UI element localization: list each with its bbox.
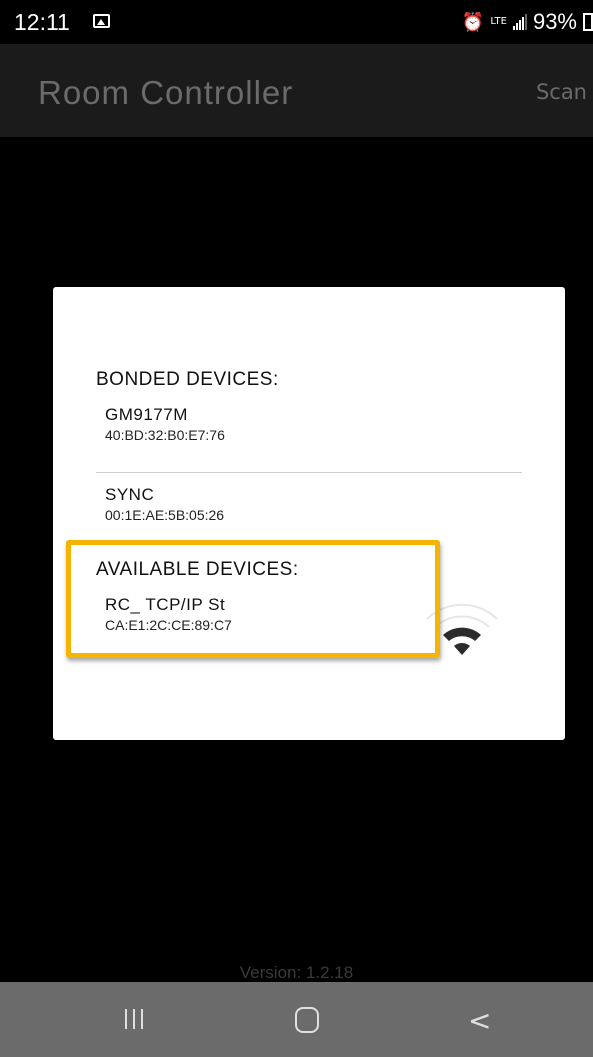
device-name: SYNC: [105, 485, 155, 504]
device-list-dialog: BONDED DEVICES: GM9177M 40:BD:32:B0:E7:7…: [53, 287, 565, 740]
signal-icon: [512, 14, 527, 30]
network-type: LTE: [490, 16, 507, 27]
back-icon[interactable]: <: [468, 1004, 491, 1037]
scan-button[interactable]: Scan: [536, 80, 587, 104]
status-bar: 12:11 ⏰ LTE 93%: [0, 0, 593, 44]
bonded-devices-label: BONDED DEVICES:: [96, 369, 279, 390]
status-time: 12:11: [14, 9, 70, 35]
battery-percent: 93%: [532, 9, 577, 34]
divider: [96, 472, 522, 473]
device-item-gm9177m[interactable]: GM9177M 40:BD:32:B0:E7:76: [105, 405, 225, 443]
version-label: Version: 1.2.18: [239, 963, 354, 982]
home-icon[interactable]: [295, 1007, 319, 1033]
app-bar: Room Controller Scan: [0, 44, 593, 137]
status-icons: ⏰ LTE 93%: [462, 9, 593, 35]
highlight-box: [66, 540, 440, 658]
device-item-sync[interactable]: SYNC 00:1E:AE:5B:05:26: [105, 485, 224, 523]
app-title: Room Controller: [38, 74, 294, 111]
alarm-icon: ⏰: [461, 11, 485, 33]
device-name: GM9177M: [105, 405, 188, 424]
device-mac: 00:1E:AE:5B:05:26: [105, 507, 225, 523]
recent-apps-icon[interactable]: [125, 1009, 143, 1029]
device-mac: 40:BD:32:B0:E7:76: [105, 427, 225, 443]
image-icon: [93, 14, 110, 28]
navigation-bar: <: [0, 982, 593, 1057]
battery-icon: [583, 13, 593, 31]
